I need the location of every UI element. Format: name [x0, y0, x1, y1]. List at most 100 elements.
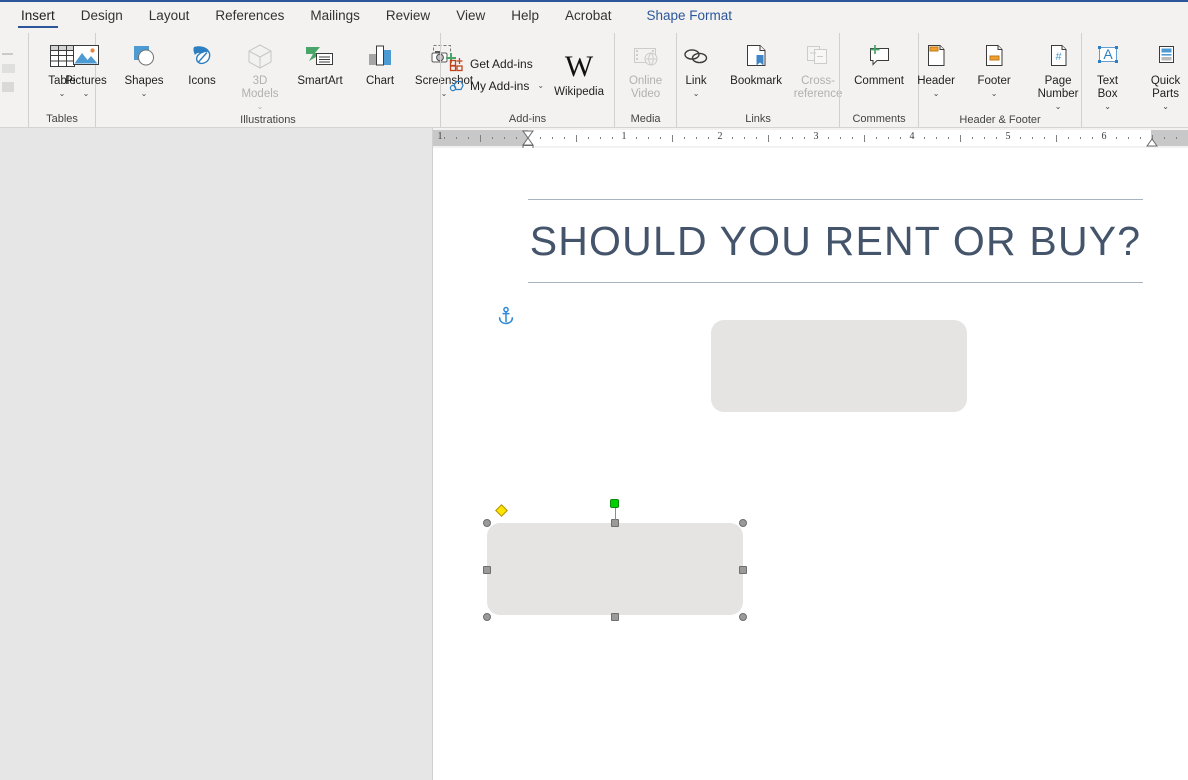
- ruler-number-left-1: 1: [437, 131, 443, 142]
- ribbon-group-add-ins: Get Add-ins My Add-ins ⌄ W Wikipedia Add…: [440, 33, 614, 127]
- header-button[interactable]: Header ⌄: [907, 37, 965, 98]
- footer-button[interactable]: Footer ⌄: [965, 37, 1023, 98]
- chart-label: Chart: [365, 75, 395, 87]
- rounded-rectangle-shape[interactable]: [711, 320, 967, 412]
- cross-ref-icon: [802, 40, 834, 72]
- tab-help[interactable]: Help: [498, 2, 552, 30]
- resize-handle-middle-right[interactable]: [739, 566, 747, 574]
- left-gutter: [0, 128, 433, 780]
- ribbon-tab-bar: Insert Design Layout References Mailings…: [0, 0, 1188, 33]
- ribbon-group-header-footer: Header ⌄ Footer ⌄ # Page Number ⌄ Header…: [917, 33, 1081, 127]
- chart-button[interactable]: Chart: [351, 37, 409, 89]
- bookmark-label: Bookmark: [730, 75, 782, 87]
- 3d-models-label: 3D Models: [241, 75, 279, 100]
- tab-review[interactable]: Review: [373, 2, 443, 30]
- resize-handle-bottom-right[interactable]: [739, 613, 747, 621]
- adjust-handle[interactable]: [495, 504, 508, 517]
- pictures-button[interactable]: Pictures ⌄: [57, 37, 115, 98]
- page-number-icon: #: [1043, 40, 1073, 72]
- link-caret-icon[interactable]: ⌄: [693, 89, 700, 98]
- smartart-label: SmartArt: [297, 75, 343, 87]
- horizontal-ruler[interactable]: 1 1 2 3 4 5 6: [433, 128, 1188, 152]
- shapes-label: Shapes: [124, 75, 164, 87]
- group-label-illustrations: Illustrations: [240, 114, 296, 126]
- footer-caret-icon[interactable]: ⌄: [991, 89, 998, 98]
- cross-reference-label: Cross- reference: [793, 75, 843, 100]
- tab-design[interactable]: Design: [68, 2, 136, 30]
- tab-view[interactable]: View: [443, 2, 498, 30]
- tab-acrobat[interactable]: Acrobat: [552, 2, 625, 30]
- bookmark-button[interactable]: Bookmark: [725, 37, 787, 88]
- resize-handle-bottom-center[interactable]: [611, 613, 619, 621]
- tab-references[interactable]: References: [202, 2, 297, 30]
- page-number-caret-icon[interactable]: ⌄: [1055, 102, 1062, 111]
- svg-text:#: #: [1056, 51, 1063, 63]
- resize-handle-top-left[interactable]: [483, 519, 491, 527]
- comment-icon: [863, 40, 895, 72]
- wikipedia-icon: W: [564, 50, 594, 83]
- tab-mailings[interactable]: Mailings: [297, 2, 373, 30]
- icons-label: Icons: [188, 75, 216, 87]
- link-button[interactable]: Link ⌄: [667, 37, 725, 98]
- my-add-ins-caret-icon[interactable]: ⌄: [537, 81, 544, 90]
- text-box-caret-icon[interactable]: ⌄: [1104, 102, 1111, 111]
- document-page[interactable]: SHOULD YOU RENT OR BUY?: [433, 148, 1188, 780]
- word-window: Insert Design Layout References Mailings…: [0, 0, 1188, 780]
- quick-parts-icon: [1151, 40, 1181, 72]
- shapes-icon: [128, 40, 160, 72]
- shapes-button[interactable]: Shapes ⌄: [115, 37, 173, 98]
- quick-parts-button[interactable]: Quick Parts ⌄: [1137, 37, 1188, 111]
- svg-text:A: A: [1103, 46, 1113, 62]
- tab-layout[interactable]: Layout: [136, 2, 203, 30]
- header-icon: [921, 40, 951, 72]
- ribbon-group-links: Link ⌄ Bookmark Cross- reference Links: [676, 33, 842, 127]
- 3d-models-button: 3D Models ⌄: [231, 37, 289, 111]
- smartart-button[interactable]: SmartArt: [289, 37, 351, 89]
- ruler-number-3: 3: [813, 131, 819, 142]
- ribbon-group-clipped: [0, 33, 28, 127]
- text-box-label: Text Box: [1097, 75, 1119, 100]
- document-surface: SHOULD YOU RENT OR BUY?: [433, 148, 1188, 780]
- resize-handle-bottom-left[interactable]: [483, 613, 491, 621]
- text-box-icon: A: [1093, 40, 1123, 72]
- text-box-button[interactable]: A Text Box ⌄: [1079, 37, 1137, 111]
- page-title[interactable]: SHOULD YOU RENT OR BUY?: [528, 199, 1143, 283]
- group-label-links: Links: [745, 113, 771, 125]
- link-label: Link: [685, 75, 707, 87]
- cube-icon: [244, 40, 276, 72]
- my-add-ins-icon: [449, 78, 465, 94]
- online-video-icon: [630, 40, 662, 72]
- comment-button[interactable]: Comment: [844, 37, 914, 88]
- 3d-models-caret-icon: ⌄: [256, 102, 264, 111]
- ruler-right-indent-marker[interactable]: [1146, 138, 1158, 147]
- get-add-ins-button[interactable]: Get Add-ins: [445, 53, 548, 75]
- quick-parts-label: Quick Parts: [1150, 75, 1181, 100]
- anchor-icon[interactable]: [496, 306, 516, 326]
- rotation-handle[interactable]: [610, 499, 619, 508]
- icons-button[interactable]: Icons: [173, 37, 231, 89]
- my-add-ins-label: My Add-ins: [470, 78, 530, 93]
- get-add-ins-label: Get Add-ins: [470, 56, 533, 71]
- header-caret-icon[interactable]: ⌄: [933, 89, 940, 98]
- pictures-icon: [70, 40, 102, 72]
- wikipedia-button[interactable]: W Wikipedia: [548, 48, 610, 99]
- comment-label: Comment: [854, 75, 904, 87]
- wikipedia-label: Wikipedia: [554, 86, 604, 98]
- group-label-header-footer: Header & Footer: [959, 114, 1041, 126]
- shapes-caret-icon[interactable]: ⌄: [141, 89, 148, 98]
- my-add-ins-button[interactable]: My Add-ins ⌄: [445, 75, 548, 97]
- ribbon-group-text: A Text Box ⌄ Quick Parts ⌄: [1079, 33, 1188, 127]
- ruler-number-6: 6: [1101, 131, 1107, 142]
- resize-handle-top-right[interactable]: [739, 519, 747, 527]
- resize-handle-middle-left[interactable]: [483, 566, 491, 574]
- pictures-caret-icon[interactable]: ⌄: [83, 89, 90, 98]
- rotation-stem: [615, 506, 616, 520]
- quick-parts-caret-icon[interactable]: ⌄: [1162, 102, 1169, 111]
- tab-shape-format[interactable]: Shape Format: [625, 2, 746, 30]
- rounded-rectangle-shape-selected[interactable]: [487, 523, 743, 615]
- tab-insert[interactable]: Insert: [8, 2, 68, 30]
- group-label-add-ins: Add-ins: [508, 113, 547, 125]
- resize-handle-top-center[interactable]: [611, 519, 619, 527]
- ruler-number-2: 2: [717, 131, 723, 142]
- group-label-media: Media: [630, 113, 661, 125]
